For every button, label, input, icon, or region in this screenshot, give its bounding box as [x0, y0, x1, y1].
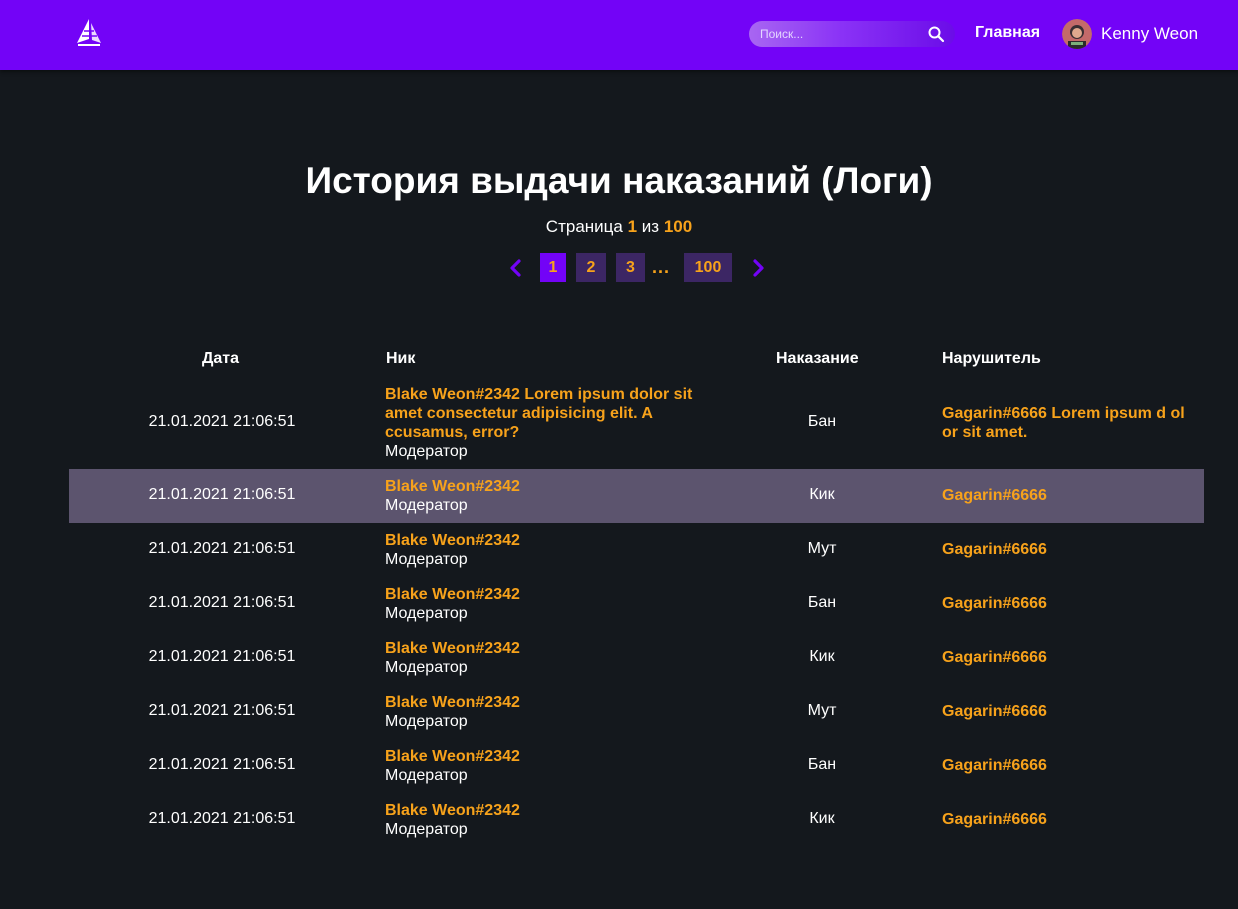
row-offender[interactable]: Gagarin#6666 [942, 486, 1192, 505]
row-date: 21.01.2021 21:06:51 [148, 648, 296, 665]
page-prefix: Страница [545, 217, 623, 236]
row-role: Модератор [385, 443, 468, 460]
row-date: 21.01.2021 21:06:51 [148, 540, 296, 557]
table-row[interactable]: 21.01.2021 21:06:51 Blake Weon#2342 Моде… [69, 631, 1204, 685]
row-punishment: Мут [807, 540, 837, 557]
row-nick-cell: Blake Weon#2342 Модератор [385, 747, 715, 785]
table-row[interactable]: 21.01.2021 21:06:51 Blake Weon#2342 Моде… [69, 739, 1204, 793]
nav-home-link[interactable]: Главная [975, 24, 1040, 42]
row-date: 21.01.2021 21:06:51 [148, 810, 296, 827]
row-role: Модератор [385, 659, 468, 676]
row-punishment: Мут [807, 702, 837, 719]
search-box [749, 21, 955, 47]
row-offender[interactable]: Gagarin#6666 Lorem ipsum d olor sit amet… [942, 404, 1192, 442]
page-button-100[interactable]: 100 [684, 253, 732, 282]
column-header-offender: Нарушитель [942, 350, 1041, 367]
row-nick[interactable]: Blake Weon#2342 [385, 801, 715, 820]
row-punishment: Бан [807, 594, 837, 611]
row-punishment: Кик [809, 486, 835, 503]
column-header-nick: Ник [386, 350, 416, 367]
pagination-ellipsis: ... [652, 257, 671, 277]
row-offender[interactable]: Gagarin#6666 [942, 594, 1192, 613]
row-nick[interactable]: Blake Weon#2342 [385, 531, 715, 550]
chevron-right-icon[interactable] [750, 259, 766, 277]
row-nick-cell: Blake Weon#2342 Модератор [385, 639, 715, 677]
row-punishment: Кик [809, 648, 835, 665]
total-pages: 100 [663, 217, 693, 236]
column-header-date: Дата [202, 350, 240, 367]
table-row[interactable]: 21.01.2021 21:06:51 Blake Weon#2342 Моде… [69, 577, 1204, 631]
page-title: История выдачи наказаний (Логи) [305, 160, 933, 201]
row-punishment: Бан [807, 756, 837, 773]
of-word: из [641, 217, 660, 236]
row-nick-cell: Blake Weon#2342 Модератор [385, 801, 715, 839]
row-nick[interactable]: Blake Weon#2342 [385, 747, 715, 766]
row-role: Модератор [385, 605, 468, 622]
column-header-punishment: Наказание [776, 350, 859, 367]
row-nick[interactable]: Blake Weon#2342 Lorem ipsum dolor sit am… [385, 385, 715, 442]
page-button-3[interactable]: 3 [616, 253, 645, 282]
row-nick-cell: Blake Weon#2342 Модератор [385, 477, 715, 515]
row-punishment: Бан [807, 413, 837, 430]
page-indicator: Страница 1 из 100 [0, 217, 1238, 237]
row-nick[interactable]: Blake Weon#2342 [385, 477, 715, 496]
row-offender[interactable]: Gagarin#6666 [942, 648, 1192, 667]
row-nick[interactable]: Blake Weon#2342 [385, 639, 715, 658]
avatar[interactable] [1062, 19, 1092, 49]
username[interactable]: Kenny Weon [1101, 24, 1198, 44]
page-button-2[interactable]: 2 [576, 253, 606, 282]
table-row[interactable]: 21.01.2021 21:06:51 Blake Weon#2342 Моде… [69, 523, 1204, 577]
row-role: Модератор [385, 551, 468, 568]
row-nick-cell: Blake Weon#2342 Модератор [385, 693, 715, 731]
row-date: 21.01.2021 21:06:51 [148, 756, 296, 773]
current-page: 1 [627, 217, 638, 236]
row-offender[interactable]: Gagarin#6666 [942, 702, 1192, 721]
row-offender[interactable]: Gagarin#6666 [942, 810, 1192, 829]
row-role: Модератор [385, 497, 468, 514]
table-row[interactable]: 21.01.2021 21:06:51 Blake Weon#2342 Lore… [69, 385, 1204, 468]
row-date: 21.01.2021 21:06:51 [148, 594, 296, 611]
row-role: Модератор [385, 713, 468, 730]
row-role: Модератор [385, 821, 468, 838]
table-row[interactable]: 21.01.2021 21:06:51 Blake Weon#2342 Моде… [69, 685, 1204, 739]
row-nick[interactable]: Blake Weon#2342 [385, 693, 715, 712]
row-date: 21.01.2021 21:06:51 [148, 702, 296, 719]
page-button-1[interactable]: 1 [540, 253, 566, 282]
row-role: Модератор [385, 767, 468, 784]
search-icon[interactable] [927, 25, 945, 43]
row-punishment: Кик [809, 810, 835, 827]
row-date: 21.01.2021 21:06:51 [148, 413, 296, 430]
row-offender[interactable]: Gagarin#6666 [942, 540, 1192, 559]
logo-icon[interactable] [75, 18, 103, 48]
table-row[interactable]: 21.01.2021 21:06:51 Blake Weon#2342 Моде… [69, 793, 1204, 847]
search-input[interactable] [749, 21, 919, 47]
row-offender[interactable]: Gagarin#6666 [942, 756, 1192, 775]
chevron-left-icon[interactable] [508, 259, 524, 277]
row-nick-cell: Blake Weon#2342 Модератор [385, 531, 715, 569]
row-date: 21.01.2021 21:06:51 [148, 486, 296, 503]
table-row[interactable]: 21.01.2021 21:06:51 Blake Weon#2342 Моде… [69, 469, 1204, 523]
row-nick-cell: Blake Weon#2342 Модератор [385, 585, 715, 623]
row-nick[interactable]: Blake Weon#2342 [385, 585, 715, 604]
pagination: 1 2 3 ... 100 [0, 253, 1238, 283]
row-nick-cell: Blake Weon#2342 Lorem ipsum dolor sit am… [385, 385, 715, 461]
top-navbar: Главная Kenny Weon [0, 0, 1238, 70]
